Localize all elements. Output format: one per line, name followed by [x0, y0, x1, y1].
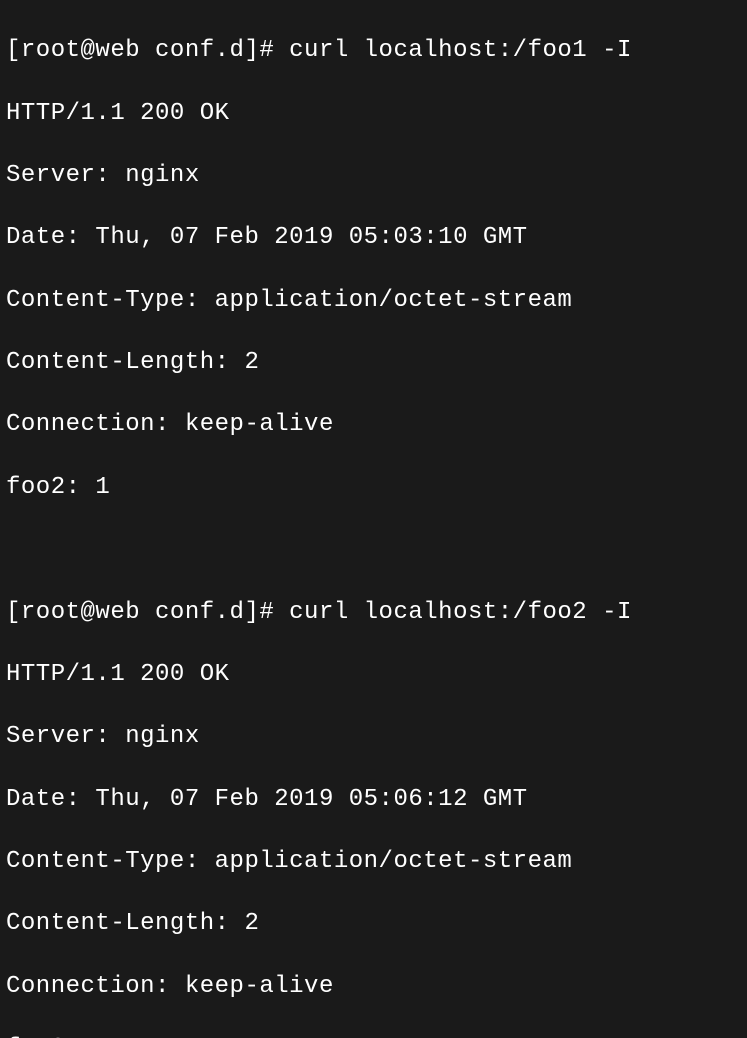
- blank-line: [6, 534, 741, 565]
- header-content-length-2: Content-Length: 2: [6, 908, 741, 939]
- header-content-type-2: Content-Type: application/octet-stream: [6, 846, 741, 877]
- command-line-1: [root@web conf.d]# curl localhost:/foo1 …: [6, 35, 741, 66]
- http-status-1: HTTP/1.1 200 OK: [6, 98, 741, 129]
- header-date-2: Date: Thu, 07 Feb 2019 05:06:12 GMT: [6, 784, 741, 815]
- header-content-type-1: Content-Type: application/octet-stream: [6, 285, 741, 316]
- terminal-output: [root@web conf.d]# curl localhost:/foo1 …: [6, 4, 741, 1038]
- header-foo2-1: foo2: 1: [6, 472, 741, 503]
- header-connection-2: Connection: keep-alive: [6, 971, 741, 1002]
- header-content-length-1: Content-Length: 2: [6, 347, 741, 378]
- http-status-2: HTTP/1.1 200 OK: [6, 659, 741, 690]
- header-server-2: Server: nginx: [6, 721, 741, 752]
- header-connection-1: Connection: keep-alive: [6, 409, 741, 440]
- command-line-2: [root@web conf.d]# curl localhost:/foo2 …: [6, 597, 741, 628]
- header-foo2-2: foo2: 1: [6, 1033, 741, 1038]
- header-server-1: Server: nginx: [6, 160, 741, 191]
- header-date-1: Date: Thu, 07 Feb 2019 05:03:10 GMT: [6, 222, 741, 253]
